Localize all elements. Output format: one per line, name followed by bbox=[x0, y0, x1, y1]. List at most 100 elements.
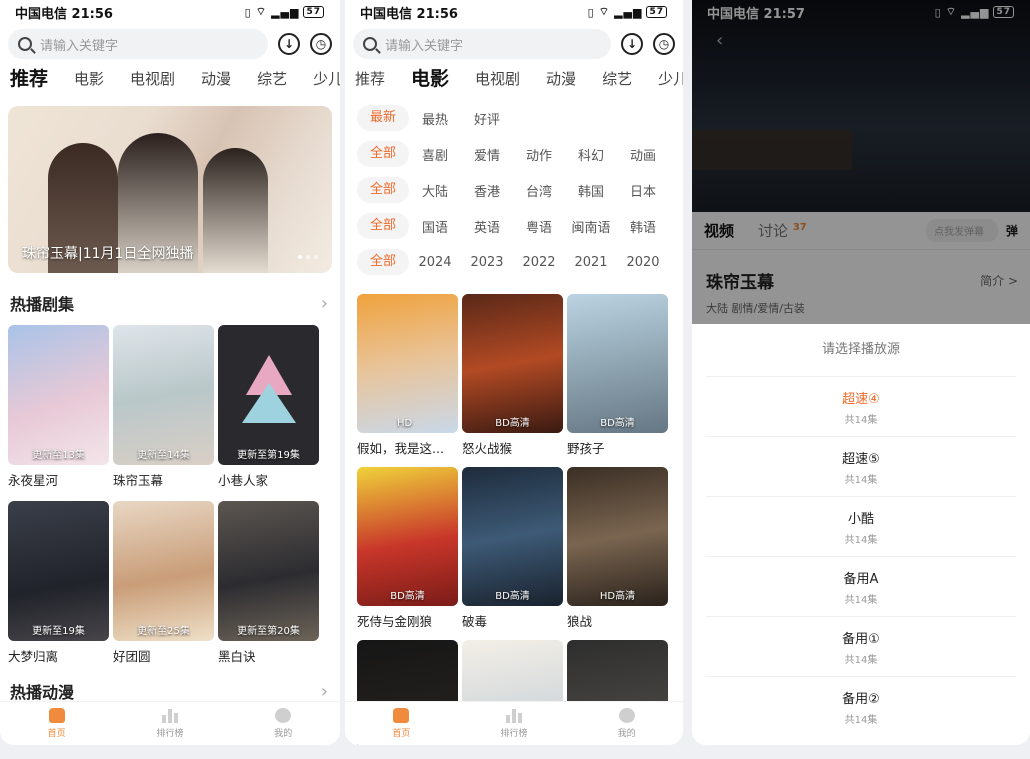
movie-card[interactable]: HD高清 狼战 bbox=[567, 467, 668, 630]
history-icon[interactable]: ◷ bbox=[310, 33, 332, 55]
signal-icon: ▂▄▆ bbox=[271, 5, 300, 19]
tab-anime[interactable]: 动漫 bbox=[546, 68, 576, 94]
filter-chip[interactable]: 爱情 bbox=[461, 145, 513, 164]
filter-chip[interactable]: 2024 bbox=[409, 255, 461, 270]
tab-recommend[interactable]: 推荐 bbox=[10, 64, 48, 94]
profile-icon bbox=[618, 708, 635, 723]
drama-card[interactable]: 更新至第19集 小巷人家 bbox=[218, 325, 319, 489]
source-option[interactable]: 备用① 共14集 bbox=[706, 616, 1016, 676]
drama-card[interactable]: 更新至第20集 黑白诀 bbox=[218, 501, 319, 665]
source-option[interactable]: 超速⑤ 共14集 bbox=[706, 436, 1016, 496]
filter-chip[interactable]: 台湾 bbox=[513, 181, 565, 200]
filter-chip[interactable]: 全部 bbox=[357, 213, 409, 239]
filter-chip[interactable]: 全部 bbox=[357, 141, 409, 167]
download-icon[interactable]: ↓ bbox=[278, 33, 300, 55]
filter-chip[interactable]: 动画 bbox=[617, 145, 669, 164]
tab-kids[interactable]: 少儿 bbox=[313, 68, 340, 94]
drama-card[interactable]: 更新至14集 珠帘玉幕 bbox=[113, 325, 214, 489]
tab-movie[interactable]: 电影 bbox=[411, 64, 449, 94]
dim-overlay[interactable] bbox=[692, 0, 1030, 324]
filter-row-language: 全部 国语 英语 粤语 闽南语 韩语 bbox=[357, 208, 683, 244]
movie-card[interactable]: BD高清 野孩子 bbox=[567, 294, 668, 457]
filter-chip[interactable]: 全部 bbox=[357, 177, 409, 203]
filter-chip[interactable]: 最热 bbox=[409, 109, 461, 128]
search-input[interactable]: 请输入关键字 bbox=[8, 29, 268, 59]
filter-chip[interactable]: 日本 bbox=[617, 181, 669, 200]
filter-chip[interactable]: 2020 bbox=[617, 255, 669, 270]
movie-card[interactable]: HD 假如，我是这... bbox=[357, 294, 458, 457]
tab-recommend[interactable]: 推荐 bbox=[355, 68, 385, 94]
tab-tv[interactable]: 电视剧 bbox=[130, 68, 175, 94]
signal-icon: ▂▄▆ bbox=[614, 5, 643, 19]
filter-chip[interactable]: 最新 bbox=[357, 105, 409, 131]
filter-chip[interactable]: 大陆 bbox=[409, 181, 461, 200]
tab-variety[interactable]: 综艺 bbox=[257, 68, 287, 94]
source-option[interactable]: 小酷 共14集 bbox=[706, 496, 1016, 556]
nav-ranking[interactable]: 排行榜 bbox=[130, 708, 210, 739]
status-bar: 中国电信 21:56 ▯ ⌔ ▂▄▆ 57 bbox=[0, 0, 340, 24]
banner-figure bbox=[203, 148, 268, 273]
filter-chip[interactable]: 全部 bbox=[357, 249, 409, 275]
filter-chip[interactable]: 英语 bbox=[461, 217, 513, 236]
profile-icon bbox=[275, 708, 292, 723]
source-option[interactable]: 超速④ 共14集 bbox=[706, 376, 1016, 436]
drama-title: 大梦归离 bbox=[8, 649, 59, 664]
tab-movie[interactable]: 电影 bbox=[74, 68, 104, 94]
drama-title: 小巷人家 bbox=[218, 473, 269, 488]
hot-anime-header[interactable]: 热播动漫 › bbox=[0, 679, 340, 703]
filter-chip[interactable]: 科幻 bbox=[565, 145, 617, 164]
filter-chip[interactable]: 好评 bbox=[461, 109, 513, 128]
nav-home[interactable]: 首页 bbox=[361, 708, 441, 739]
movie-title: 狼战 bbox=[567, 614, 593, 629]
search-icon bbox=[18, 37, 32, 51]
nav-home[interactable]: 首页 bbox=[17, 708, 97, 739]
download-icon[interactable]: ↓ bbox=[621, 33, 643, 55]
source-option[interactable]: 备用A 共14集 bbox=[706, 556, 1016, 616]
search-row: 请输入关键字 ↓ ◷ bbox=[0, 24, 340, 60]
hot-dramas-header[interactable]: 热播剧集 › bbox=[0, 291, 340, 315]
filter-chip[interactable]: 2022 bbox=[513, 255, 565, 270]
movie-grid: HD 假如，我是这... BD高清 怒火战猴 BD高清 野孩子 BD高清 死侍与… bbox=[345, 294, 683, 745]
tab-anime[interactable]: 动漫 bbox=[201, 68, 231, 94]
tab-kids[interactable]: 少儿 bbox=[658, 68, 683, 94]
filter-chip[interactable]: 2021 bbox=[565, 255, 617, 270]
nav-profile[interactable]: 我的 bbox=[587, 708, 667, 739]
tab-variety[interactable]: 综艺 bbox=[602, 68, 632, 94]
tab-tv[interactable]: 电视剧 bbox=[475, 68, 520, 94]
wifi-icon: ⌔ bbox=[255, 5, 268, 18]
carrier-time: 中国电信 21:56 bbox=[15, 6, 113, 22]
home-icon bbox=[393, 708, 410, 723]
nav-ranking[interactable]: 排行榜 bbox=[474, 708, 554, 739]
movie-card[interactable]: BD高清 怒火战猴 bbox=[462, 294, 563, 457]
banner-caption: 珠帘玉幕|11月1日全网独播 bbox=[22, 246, 194, 262]
filter-chip[interactable]: 韩国 bbox=[565, 181, 617, 200]
status-icons: ▯ ⌔ ▂▄▆ 57 bbox=[588, 5, 667, 19]
filter-chip[interactable]: 闽南语 bbox=[565, 217, 617, 236]
search-input[interactable]: 请输入关键字 bbox=[353, 29, 611, 59]
drama-card[interactable]: 更新至19集 大梦归离 bbox=[8, 501, 109, 665]
filter-chip[interactable]: 香港 bbox=[461, 181, 513, 200]
search-placeholder: 请输入关键字 bbox=[40, 38, 119, 54]
source-sheet: 请选择播放源 超速④ 共14集 超速⑤ 共14集 小酷 共14集 备用A 共14集 备用… bbox=[692, 324, 1030, 745]
status-icons: ▯ ⌔ ▂▄▆ 57 bbox=[245, 5, 324, 19]
detail-screen: 中国电信 21:57 ▯ ⌔ ▂▄▆ 57 ‹ 视频 讨论 37 点我发弹幕 弹… bbox=[692, 0, 1030, 745]
source-option[interactable]: 备用② 共14集 bbox=[706, 676, 1016, 736]
nav-profile[interactable]: 我的 bbox=[243, 708, 323, 739]
movie-title: 怒火战猴 bbox=[462, 441, 513, 456]
movie-card[interactable]: BD高清 破毒 bbox=[462, 467, 563, 630]
banner-carousel[interactable]: 珠帘玉幕|11月1日全网独播 bbox=[8, 106, 332, 273]
carrier-time: 中国电信 21:56 bbox=[360, 6, 458, 22]
history-icon[interactable]: ◷ bbox=[653, 33, 675, 55]
filter-chip[interactable]: 2023 bbox=[461, 255, 513, 270]
drama-card[interactable]: 更新至25集 好团圆 bbox=[113, 501, 214, 665]
drama-title: 永夜星河 bbox=[8, 473, 59, 488]
movie-title: 野孩子 bbox=[567, 441, 605, 456]
chevron-right-icon: › bbox=[320, 680, 328, 702]
filter-chip[interactable]: 喜剧 bbox=[409, 145, 461, 164]
drama-card[interactable]: 更新至13集 永夜星河 bbox=[8, 325, 109, 489]
filter-chip[interactable]: 粤语 bbox=[513, 217, 565, 236]
filter-chip[interactable]: 国语 bbox=[409, 217, 461, 236]
filter-chip[interactable]: 动作 bbox=[513, 145, 565, 164]
movie-card[interactable]: BD高清 死侍与金刚狼 bbox=[357, 467, 458, 630]
filter-chip[interactable]: 韩语 bbox=[617, 217, 669, 236]
